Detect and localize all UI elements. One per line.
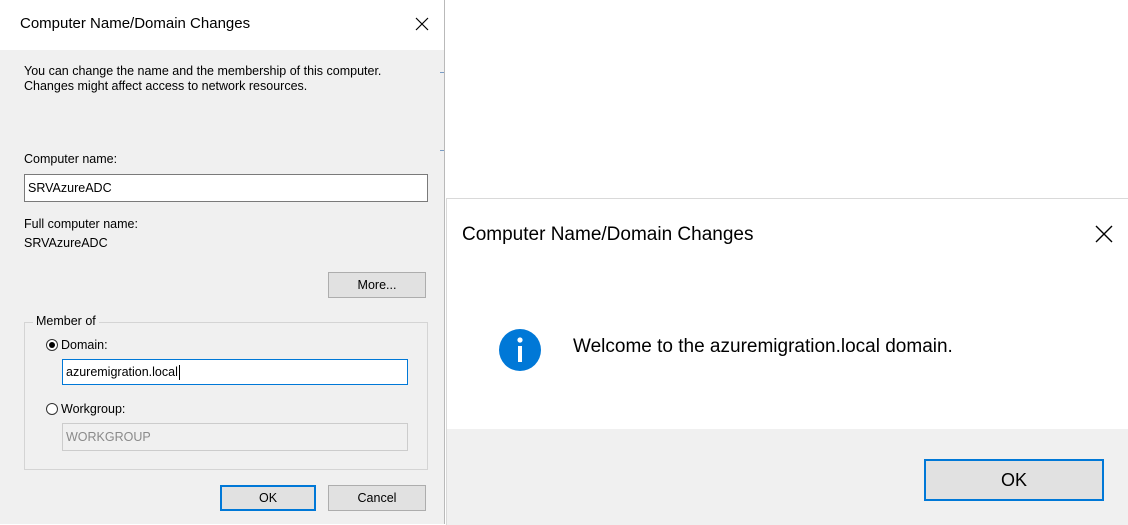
domain-value: azuremigration.local [66, 365, 178, 379]
cancel-button[interactable]: Cancel [328, 485, 426, 511]
window-edge [440, 150, 444, 151]
dialog-title: Computer Name/Domain Changes [20, 15, 251, 32]
computer-name-label: Computer name: [24, 152, 118, 166]
workgroup-radio[interactable] [46, 403, 58, 415]
domain-label: Domain: [61, 338, 108, 352]
dialog-footer: OK [447, 429, 1128, 525]
text-caret [178, 364, 180, 380]
ok-button[interactable]: OK [220, 485, 316, 511]
close-icon[interactable] [1087, 217, 1121, 251]
info-icon [498, 328, 542, 372]
workgroup-label: Workgroup: [61, 402, 126, 416]
more-button[interactable]: More... [328, 272, 426, 298]
domain-input[interactable]: azuremigration.local [62, 359, 408, 385]
computer-name-dialog: Computer Name/Domain Changes You can cha… [0, 0, 445, 524]
full-computer-name-value: SRVAzureADC [24, 236, 108, 250]
domain-radio[interactable] [46, 339, 58, 351]
full-computer-name-label: Full computer name: [24, 217, 138, 231]
window-edge [440, 72, 444, 73]
welcome-message-dialog: Computer Name/Domain Changes Welcome to … [446, 198, 1128, 525]
workgroup-value: WORKGROUP [66, 430, 151, 444]
workgroup-input[interactable]: WORKGROUP [62, 423, 408, 451]
member-of-legend: Member of [33, 314, 99, 328]
workgroup-radio-row[interactable]: Workgroup: [46, 402, 125, 416]
close-icon[interactable] [408, 10, 436, 38]
domain-radio-row[interactable]: Domain: [46, 338, 108, 352]
computer-name-input[interactable]: SRVAzureADC [24, 174, 428, 202]
computer-name-value: SRVAzureADC [28, 181, 112, 195]
dialog-titlebar: Computer Name/Domain Changes [0, 0, 444, 50]
ok-button[interactable]: OK [924, 459, 1104, 501]
message-dialog-title: Computer Name/Domain Changes [462, 224, 754, 245]
dialog-description: You can change the name and the membersh… [24, 64, 382, 93]
welcome-message: Welcome to the azuremigration.local doma… [573, 336, 953, 357]
